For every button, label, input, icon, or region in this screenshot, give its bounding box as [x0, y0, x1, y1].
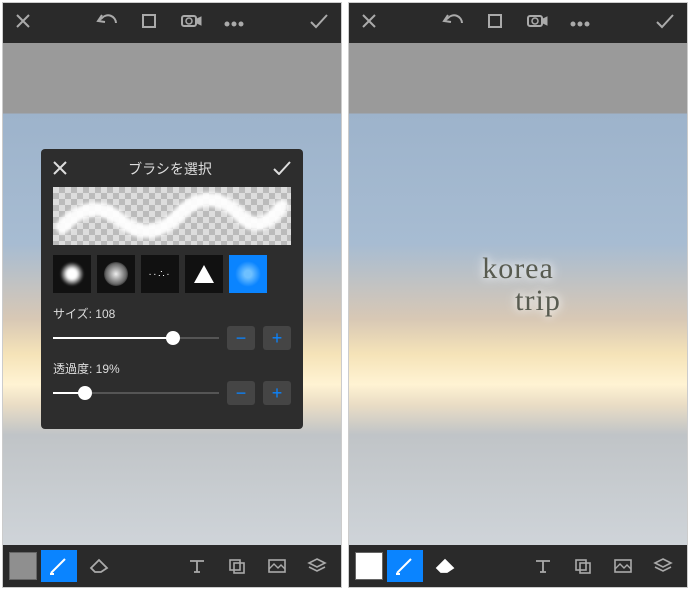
confirm-icon[interactable] — [309, 13, 329, 34]
opacity-slider-block: 透過度: 19% − + — [53, 360, 291, 405]
eraser-tool[interactable] — [427, 550, 463, 582]
top-toolbar — [3, 3, 341, 43]
image-tool[interactable] — [259, 550, 295, 582]
more-icon[interactable] — [570, 14, 590, 32]
camera-icon[interactable] — [526, 13, 548, 34]
phone-right: korea trip — [348, 2, 688, 588]
text-line-1: korea — [482, 252, 554, 285]
brush-tool[interactable] — [41, 550, 77, 582]
brush-thumb-dots[interactable]: ∙∙∴∙ — [141, 255, 179, 293]
close-icon[interactable] — [361, 13, 377, 34]
camera-icon[interactable] — [180, 13, 202, 34]
eraser-tool[interactable] — [81, 550, 117, 582]
layers-tool[interactable] — [299, 550, 335, 582]
image-tool[interactable] — [605, 550, 641, 582]
undo-icon[interactable] — [442, 13, 464, 34]
bottom-toolbar — [3, 545, 341, 587]
brush-thumb-spray[interactable] — [97, 255, 135, 293]
size-slider-block: サイズ: 108 − + — [53, 305, 291, 350]
opacity-minus-button[interactable]: − — [227, 381, 255, 405]
size-plus-button[interactable]: + — [263, 326, 291, 350]
opacity-plus-button[interactable]: + — [263, 381, 291, 405]
text-tool[interactable] — [179, 550, 215, 582]
brush-thumb-triangle[interactable] — [185, 255, 223, 293]
modal-confirm-icon[interactable] — [273, 161, 291, 178]
brush-thumb-cloud[interactable] — [53, 255, 91, 293]
transform-tool[interactable] — [565, 550, 601, 582]
opacity-label: 透過度: 19% — [53, 360, 291, 377]
color-swatch[interactable] — [355, 552, 383, 580]
brush-picker-modal: ブラシを選択 ∙∙∴∙ サイズ: 108 — [41, 149, 303, 429]
brush-thumb-soft[interactable] — [229, 255, 267, 293]
more-icon[interactable] — [224, 14, 244, 32]
canvas-area[interactable]: korea trip — [349, 43, 687, 545]
layers-tool[interactable] — [645, 550, 681, 582]
crop-icon[interactable] — [486, 12, 504, 35]
modal-title: ブラシを選択 — [128, 159, 212, 179]
brush-preview — [53, 187, 291, 245]
opacity-slider[interactable] — [53, 392, 219, 394]
bottom-toolbar — [349, 545, 687, 587]
size-minus-button[interactable]: − — [227, 326, 255, 350]
handwritten-text: korea trip — [349, 253, 687, 316]
undo-icon[interactable] — [96, 13, 118, 34]
text-line-2: trip — [389, 285, 687, 317]
canvas-area[interactable]: ブラシを選択 ∙∙∴∙ サイズ: 108 — [3, 43, 341, 545]
size-label: サイズ: 108 — [53, 305, 291, 322]
top-toolbar — [349, 3, 687, 43]
brush-thumbnails: ∙∙∴∙ — [53, 255, 291, 293]
confirm-icon[interactable] — [655, 13, 675, 34]
color-swatch[interactable] — [9, 552, 37, 580]
brush-tool[interactable] — [387, 550, 423, 582]
transform-tool[interactable] — [219, 550, 255, 582]
phone-left: ブラシを選択 ∙∙∴∙ サイズ: 108 — [2, 2, 342, 588]
size-slider[interactable] — [53, 337, 219, 339]
text-tool[interactable] — [525, 550, 561, 582]
modal-close-icon[interactable] — [53, 161, 67, 178]
close-icon[interactable] — [15, 13, 31, 34]
crop-icon[interactable] — [140, 12, 158, 35]
